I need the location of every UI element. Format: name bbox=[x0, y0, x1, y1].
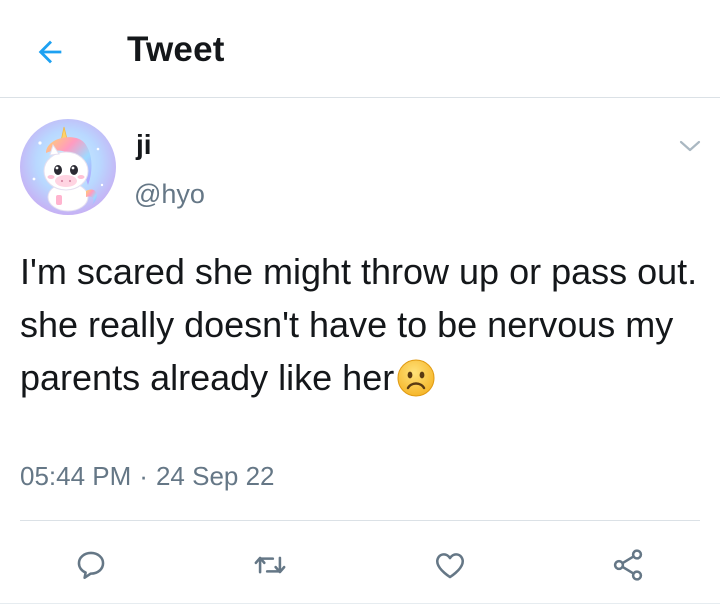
share-button[interactable] bbox=[604, 541, 652, 589]
arrow-left-icon bbox=[38, 40, 62, 64]
tweet-time: 05:44 PM bbox=[20, 461, 132, 491]
retweet-icon bbox=[254, 556, 286, 574]
frowning-face-icon bbox=[397, 359, 435, 397]
heart-icon bbox=[436, 553, 464, 579]
bottom-divider bbox=[0, 603, 720, 604]
divider bbox=[20, 520, 700, 521]
like-button[interactable] bbox=[426, 541, 474, 589]
tweet-actions bbox=[0, 529, 720, 599]
tweet-date: 24 Sep 22 bbox=[155, 461, 275, 491]
page-title: Tweet bbox=[127, 30, 225, 69]
reply-button[interactable] bbox=[67, 541, 115, 589]
avatar[interactable] bbox=[20, 119, 116, 215]
tweet-text: I'm scared she might throw up or pass ou… bbox=[20, 251, 698, 398]
author-display-name[interactable]: ji bbox=[136, 129, 152, 161]
unicorn-avatar-icon bbox=[20, 119, 116, 215]
chevron-down-icon bbox=[679, 140, 701, 152]
tweet-options-button[interactable] bbox=[672, 131, 708, 161]
share-icon bbox=[613, 549, 643, 581]
retweet-button[interactable] bbox=[246, 541, 294, 589]
author-handle[interactable]: @hyo bbox=[134, 179, 205, 210]
top-app-bar: Tweet bbox=[0, 0, 720, 98]
tweet-body: I'm scared she might throw up or pass ou… bbox=[20, 245, 700, 404]
back-button[interactable] bbox=[26, 28, 74, 76]
tweet-timestamp[interactable]: 05:44 PM · 24 Sep 22 bbox=[20, 461, 275, 492]
timestamp-separator: · bbox=[139, 461, 148, 491]
reply-icon bbox=[77, 551, 105, 580]
